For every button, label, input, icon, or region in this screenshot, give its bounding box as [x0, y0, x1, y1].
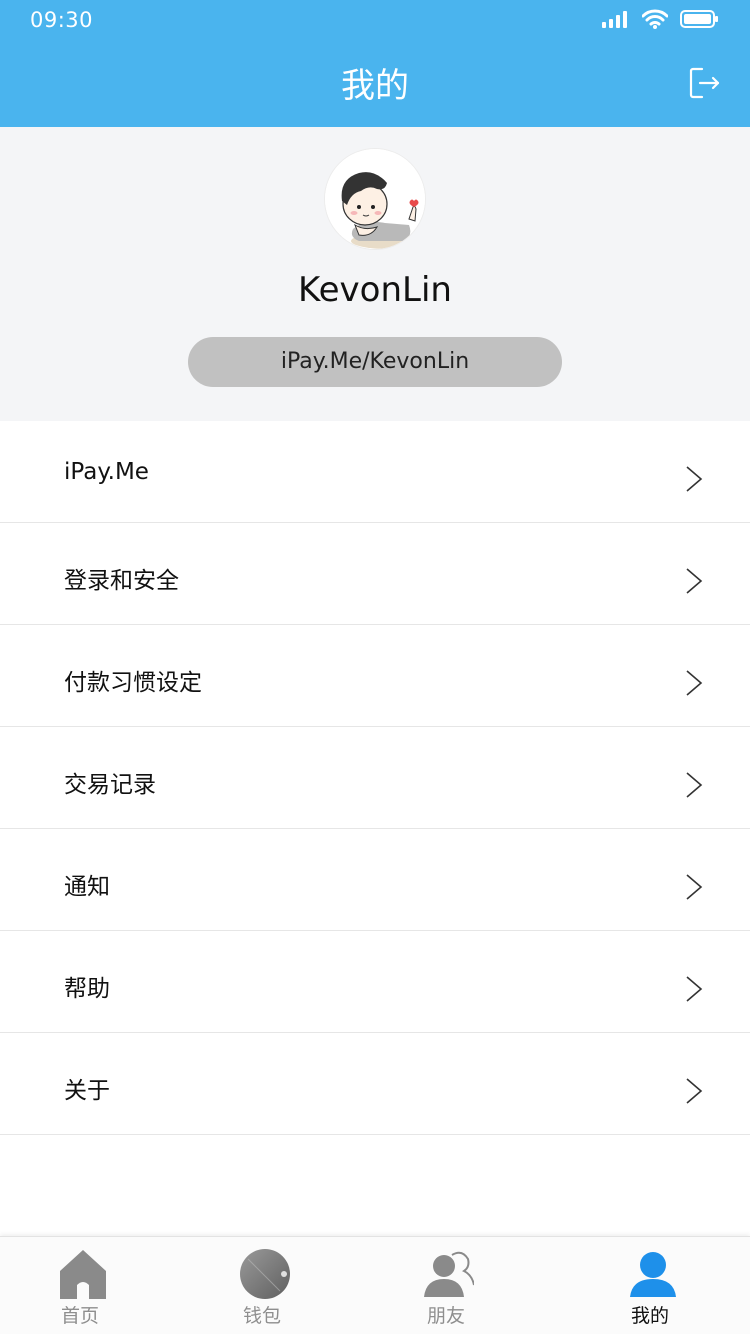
tab-label: 钱包 [242, 1305, 281, 1327]
menu-item-payment-preferences[interactable]: 付款习惯设定 [0, 625, 750, 727]
header-bar: 09:30 我的 [0, 0, 750, 127]
wifi-icon [642, 9, 668, 29]
home-icon [60, 1250, 106, 1299]
profile-link-pill[interactable]: iPay.Me/KevonLin [188, 337, 562, 387]
tab-label: 我的 [630, 1305, 669, 1327]
menu-item-label: 通知 [64, 874, 110, 900]
menu-item-label: 交易记录 [64, 772, 156, 798]
chevron-right-icon [686, 670, 703, 696]
avatar-image [325, 149, 425, 249]
menu-item-help[interactable]: 帮助 [0, 931, 750, 1033]
avatar[interactable] [325, 149, 425, 249]
chevron-right-icon [686, 1078, 703, 1104]
profile-icon [630, 1252, 676, 1297]
tab-bar: 首页 钱包 朋友 我的 [0, 1236, 750, 1334]
tab-label: 首页 [60, 1305, 99, 1327]
status-icons [602, 9, 720, 29]
friends-icon [424, 1251, 474, 1297]
chevron-right-icon [686, 976, 703, 1002]
menu-item-login-security[interactable]: 登录和安全 [0, 523, 750, 625]
menu-item-notifications[interactable]: 通知 [0, 829, 750, 931]
menu-item-ipayme[interactable]: iPay.Me [0, 421, 750, 523]
chevron-right-icon [686, 466, 703, 492]
tab-wallet[interactable]: 钱包 [202, 1237, 322, 1334]
chevron-right-icon [686, 874, 703, 900]
screen: 09:30 我的 KevonLin iPay.Me/KevonLin iPay.… [0, 0, 750, 1334]
logout-button[interactable] [688, 66, 722, 100]
signal-icon [602, 11, 627, 28]
wallet-icon [240, 1249, 290, 1299]
menu-item-label: 付款习惯设定 [64, 670, 202, 696]
logout-icon [689, 67, 720, 99]
menu-item-label: 登录和安全 [64, 568, 179, 594]
settings-menu: iPay.Me 登录和安全 付款习惯设定 交易记录 通知 帮助 关于 [0, 421, 750, 1135]
username: KevonLin [298, 270, 452, 310]
menu-item-label: 帮助 [64, 976, 110, 1002]
profile-section: KevonLin iPay.Me/KevonLin [0, 127, 750, 421]
menu-item-label: 关于 [64, 1078, 110, 1104]
page-title: 我的 [341, 66, 409, 106]
tab-friends[interactable]: 朋友 [386, 1237, 506, 1334]
tab-home[interactable]: 首页 [20, 1237, 140, 1334]
chevron-right-icon [686, 772, 703, 798]
tab-profile[interactable]: 我的 [590, 1237, 710, 1334]
chevron-right-icon [686, 568, 703, 594]
menu-item-about[interactable]: 关于 [0, 1033, 750, 1135]
tab-label: 朋友 [426, 1305, 465, 1327]
battery-icon [680, 10, 718, 28]
menu-item-label: iPay.Me [64, 459, 149, 485]
status-time: 09:30 [30, 8, 94, 32]
menu-item-transactions[interactable]: 交易记录 [0, 727, 750, 829]
